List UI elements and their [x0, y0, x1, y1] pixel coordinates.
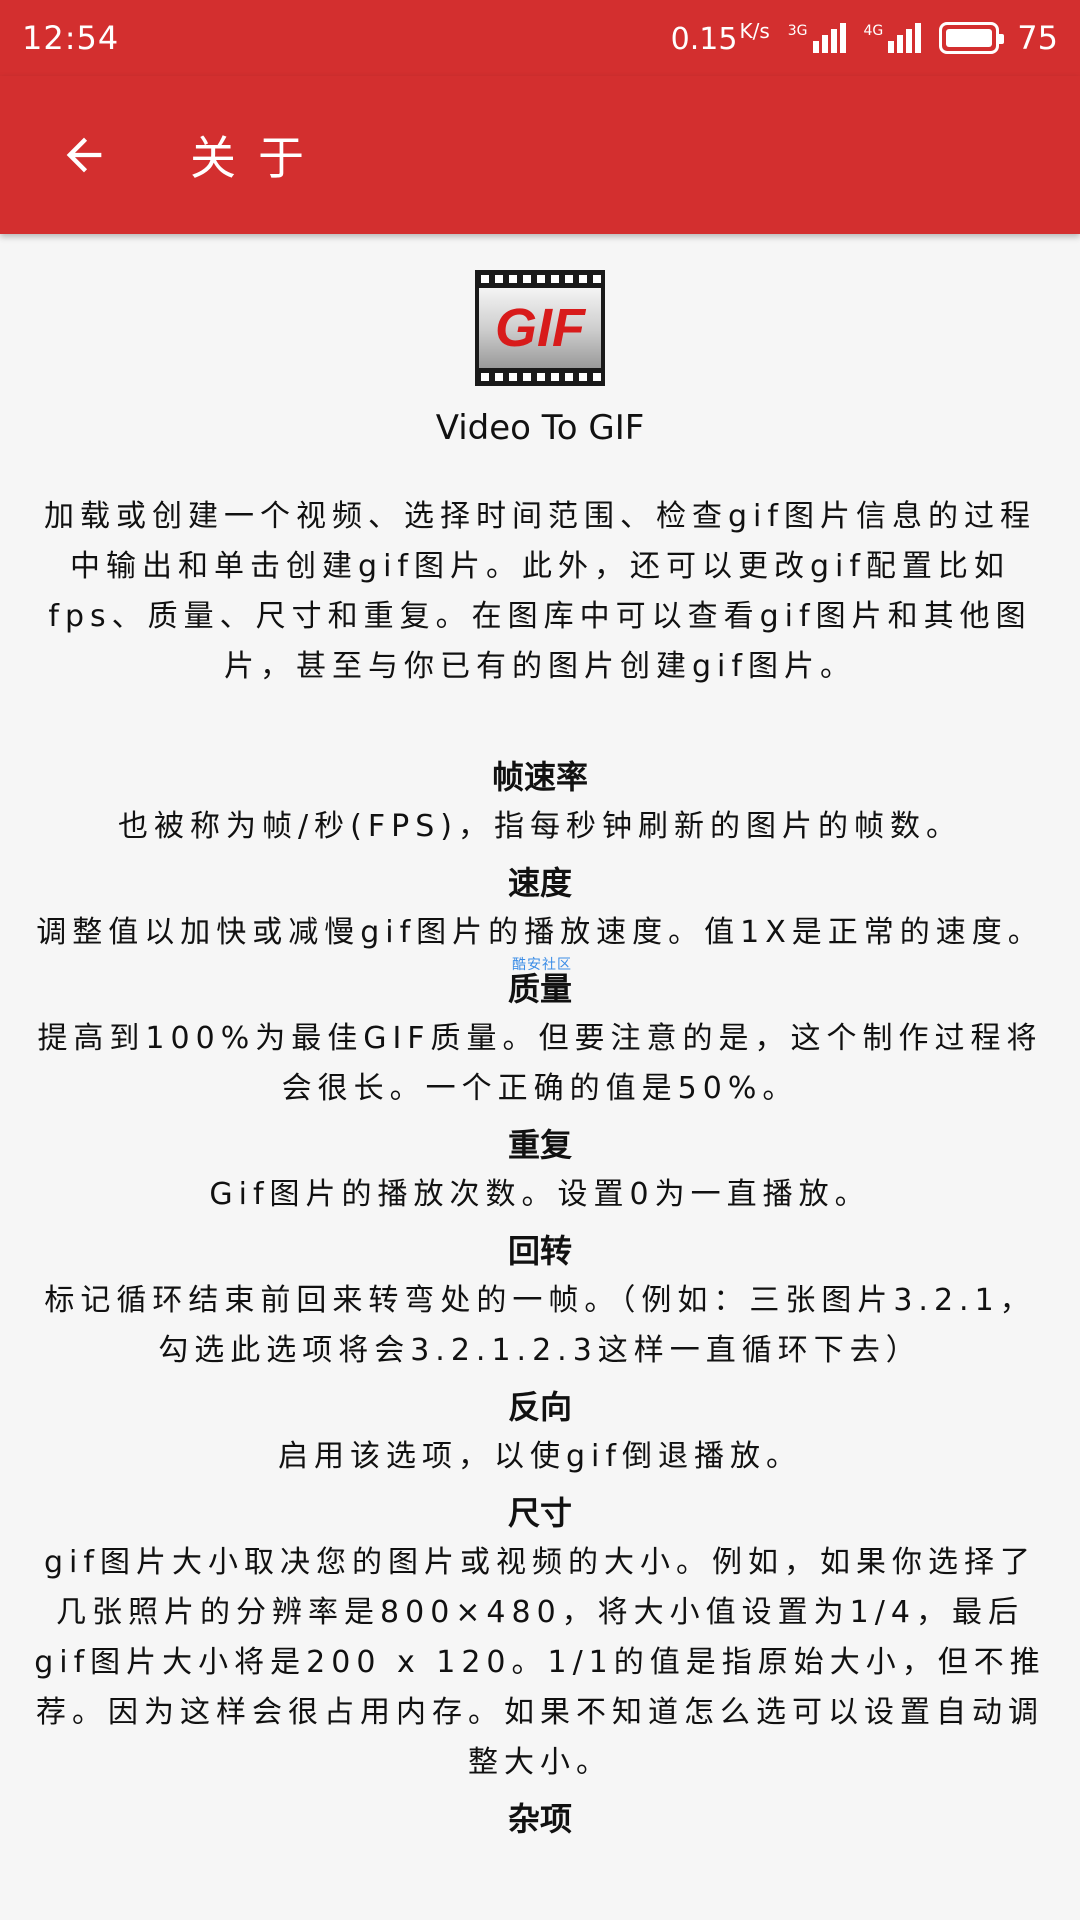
app-logo: GIF [32, 270, 1048, 386]
section-body: 启用该选项，以使gif倒退播放。 [278, 1439, 802, 1474]
section-loop-back: 回转 标记循环结束前回来转弯处的一帧。（例如：三张图片3.2.1，勾选此选项将会… [32, 1226, 1048, 1376]
network-speed: 0.15 K/s [670, 19, 770, 57]
section-title: 帧速率 [491, 758, 588, 796]
section-body: gif图片大小取决您的图片或视频的大小。例如，如果你选择了几张照片的分辨率是80… [34, 1545, 1046, 1780]
section-title: 回转 [507, 1232, 572, 1270]
status-bar: 12:54 0.15 K/s 3G 4G 75 [0, 0, 1080, 76]
section-misc: 杂项 [32, 1794, 1048, 1844]
battery-level: 75 [1017, 19, 1058, 57]
section-reverse: 反向 启用该选项，以使gif倒退播放。 [32, 1382, 1048, 1482]
section-title: 反向 [507, 1388, 572, 1426]
about-content: GIF Video To GIF 加载或创建一个视频、选择时间范围、检查gif图… [0, 234, 1080, 1920]
intro-paragraph: 加载或创建一个视频、选择时间范围、检查gif图片信息的过程中输出和单击创建gif… [44, 499, 1036, 684]
section-title: 重复 [507, 1126, 572, 1164]
section-body: 调整值以加快或减慢gif图片的播放速度。值1X是正常的速度。 [36, 915, 1044, 950]
section-size: 尺寸 gif图片大小取决您的图片或视频的大小。例如，如果你选择了几张照片的分辨率… [32, 1488, 1048, 1788]
status-indicators: 0.15 K/s 3G 4G 75 [671, 19, 1058, 57]
section-body: 标记循环结束前回来转弯处的一帧。（例如：三张图片3.2.1，勾选此选项将会3.2… [44, 1283, 1036, 1368]
section-fps: 帧速率 也被称为帧/秒(FPS)，指每秒钟刷新的图片的帧数。 [32, 752, 1048, 852]
section-repeat: 重复 Gif图片的播放次数。设置0为一直播放。 [32, 1120, 1048, 1220]
signal-3g-icon: 3G [788, 23, 846, 53]
section-body: 提高到100%为最佳GIF质量。但要注意的是，这个制作过程将会很长。一个正确的值… [37, 1021, 1043, 1106]
app-name: Video To GIF [435, 408, 645, 448]
section-body: Gif图片的播放次数。设置0为一直播放。 [209, 1177, 871, 1212]
app-toolbar: 关于 [0, 76, 1080, 234]
section-title: 杂项 [507, 1800, 572, 1838]
status-time: 12:54 [22, 19, 120, 57]
signal-4g-icon: 4G [864, 23, 922, 53]
section-quality: 质量 提高到100%为最佳GIF质量。但要注意的是，这个制作过程将会很长。一个正… [32, 964, 1048, 1114]
arrow-left-icon [66, 137, 102, 173]
section-speed: 速度 调整值以加快或减慢gif图片的播放速度。值1X是正常的速度。 [32, 858, 1048, 958]
section-body: 也被称为帧/秒(FPS)，指每秒钟刷新的图片的帧数。 [118, 809, 962, 844]
section-title: 尺寸 [507, 1494, 572, 1532]
page-title: 关于 [190, 131, 326, 185]
svg-text:GIF: GIF [495, 298, 587, 358]
watermark: 酷安社区 [512, 957, 572, 973]
back-button[interactable] [34, 105, 134, 205]
gif-film-icon: GIF [475, 270, 605, 386]
battery-icon [939, 22, 1005, 54]
section-title: 速度 [507, 864, 572, 902]
network-speed-unit: K/s [739, 19, 770, 43]
